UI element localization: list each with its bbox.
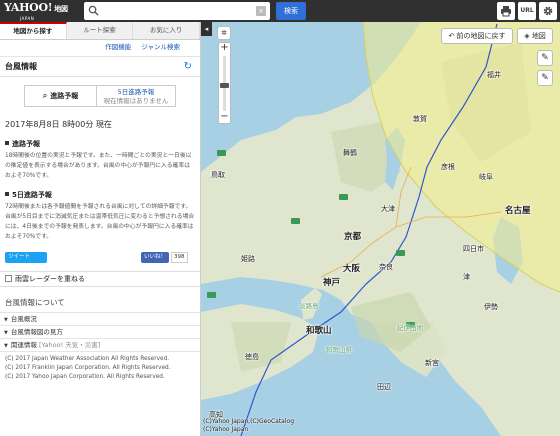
map-label-awaji: 淡路島 [299,302,319,310]
map-label-kobe: 神戸 [323,278,341,288]
tab-favorites[interactable]: お気に入り [133,22,200,39]
about-title: 台風情報について [5,298,65,307]
printer-icon [501,6,511,17]
map-label-ise: 伊勢 [484,303,498,311]
map-label-kii: 紀伊山地 [397,324,423,332]
map-label-hikone: 彦根 [441,163,455,171]
print-button[interactable] [497,2,515,20]
yahoo-map-logo[interactable]: YAHOO! 地図 JAPAN [4,2,68,22]
settings-button[interactable] [539,2,557,20]
five-day-text: 72時間後または各予報値間を予報される台風に対しての詳細予報です。台風が5日目ま… [5,204,195,240]
map-canvas[interactable] [201,22,560,436]
sub-tools: 作図機能 ジャンル検索 [0,40,200,57]
forecast-date: 2017年8月8日 8時00分 現在 [5,120,112,129]
like-label: いいね！ [141,252,170,263]
facebook-like-button[interactable]: いいね！ 398 [141,252,195,263]
pencil-icon: ✎ [541,73,549,83]
bullet-icon [5,192,9,196]
typhoon-section-header: 台風情報 ↻ [0,57,200,77]
map-label-kyoto: 京都 [344,232,362,242]
triangle-down-icon: ▼ [4,330,8,336]
map-label-fukui: 福井 [487,71,501,79]
map-label-osaka: 大阪 [343,264,361,274]
compass-button[interactable]: ✲ [217,26,231,40]
undo-icon: ↶ [448,32,455,40]
genre-search-link[interactable]: ジャンル検索 [141,43,180,51]
search-button[interactable]: 検索 [276,2,306,20]
map-label-maizuru: 舞鶴 [343,149,357,157]
triangle-down-icon: ▼ [4,343,8,349]
track-forecast-button[interactable]: ⌕ 進路予報 [25,86,97,106]
map-label-nara: 奈良 [379,263,393,271]
rain-radar-checkbox[interactable] [5,275,12,282]
five-day-forecast-label: 5日進路予報 [117,88,155,96]
left-panel: 地図から探す ルート探索 お気に入り 作図機能 ジャンル検索 台風情報 ↻ ⌕ 進… [0,22,201,436]
map-view[interactable]: 京都 大阪 神戸 奈良 名古屋 岐阜 彦根 大津 津 四日市 伊勢 和歌山 姫路… [201,22,560,436]
map-label-nagoya: 名古屋 [505,206,531,216]
map-label-shingu: 新宮 [425,359,439,367]
search-icon: ⌕ [42,91,48,100]
map-label-yokkaichi: 四日市 [463,245,484,253]
five-day-forecast-button[interactable]: 5日進路予報 現在情報はありません [97,86,175,106]
forecast-selector: ⌕ 進路予報 5日進路予報 現在情報はありません [24,85,176,107]
map-label-tsuruga: 敦賀 [413,115,427,123]
accordion-item-related[interactable]: ▼ 関連情報 [Yahoo! 天気・災害] [0,339,200,352]
five-day-forecast-note: 現在情報はありません [103,97,169,105]
map-label-tsu: 津 [463,273,470,281]
five-day-heading: 5日進路予報 [5,190,200,200]
map-label-tottori: 鳥取 [211,171,225,179]
pencil-button[interactable]: ✎ [537,50,553,66]
layer-button[interactable]: ◈ 地図 [517,28,553,44]
panel-tabs: 地図から探す ルート探索 お気に入り [0,22,200,40]
url-button[interactable]: URL [518,2,536,20]
pencil-icon: ✎ [541,53,549,63]
tab-map-search[interactable]: 地図から探す [0,22,67,39]
search-input[interactable] [104,4,244,18]
zoom-slider-handle[interactable] [220,83,229,88]
social-buttons: ツイート いいね！ 398 [5,252,195,264]
map-label-wakayama-pref: 和歌山県 [326,346,352,354]
map-label-otsu: 大津 [381,205,395,213]
map-label-gifu: 岐阜 [479,173,493,181]
search-icon [88,5,99,16]
zoom-control: + − [218,42,231,124]
accordion-item-overview[interactable]: ▼ 台風概況 [0,313,200,326]
map-label-himeji: 姫路 [241,255,255,263]
accordion-item-howto[interactable]: ▼ 台風情報図の見方 [0,326,200,339]
zoom-in-button[interactable]: + [219,43,230,54]
layers-icon: ◈ [524,32,530,40]
logo-suffix: 地図 [54,5,68,13]
map-label-tanabe: 田辺 [377,383,391,391]
track-forecast-heading: 進路予報 [5,139,200,149]
track-forecast-label: 進路予報 [50,92,79,100]
like-count: 398 [171,252,188,263]
map-label-tokushima: 徳島 [245,353,259,361]
ruler-button[interactable]: ✎ [537,70,553,86]
bullet-icon [5,141,9,145]
rain-radar-toggle[interactable]: 雨雲レーダーを重ねる [0,271,200,287]
clear-search-button[interactable]: × [256,6,266,16]
about-accordion: ▼ 台風概況 ▼ 台風情報図の見方 ▼ 関連情報 [Yahoo! 天気・災害] [0,312,200,352]
search-box: × [84,2,270,20]
zoom-out-button[interactable]: − [219,112,230,123]
tab-route-search[interactable]: ルート探索 [67,22,134,39]
copyright-notice: (C) 2017 Japan Weather Association All R… [5,356,171,380]
map-label-wakayama: 和歌山 [306,326,332,336]
track-forecast-text: 18時間後の位置の実況と予報です。また、一時間ごとの実況と一日後以の推定値を表示… [5,153,192,179]
map-attribution: (C)Yahoo Japan,(C)GeoCatalog (C)Yahoo Ja… [203,418,295,433]
drawing-tool-link[interactable]: 作図機能 [105,43,131,51]
tweet-button[interactable]: ツイート [5,252,47,263]
gear-icon [543,6,553,16]
refresh-icon[interactable]: ↻ [184,61,192,72]
collapse-panel-button[interactable]: ◂ [201,22,212,36]
top-bar: YAHOO! 地図 JAPAN × 検索 URL [0,0,560,22]
section-title: 台風情報 [5,62,37,71]
back-to-previous-map-button[interactable]: ↶ 前の地図に戻す [441,28,513,44]
triangle-down-icon: ▼ [4,317,8,323]
